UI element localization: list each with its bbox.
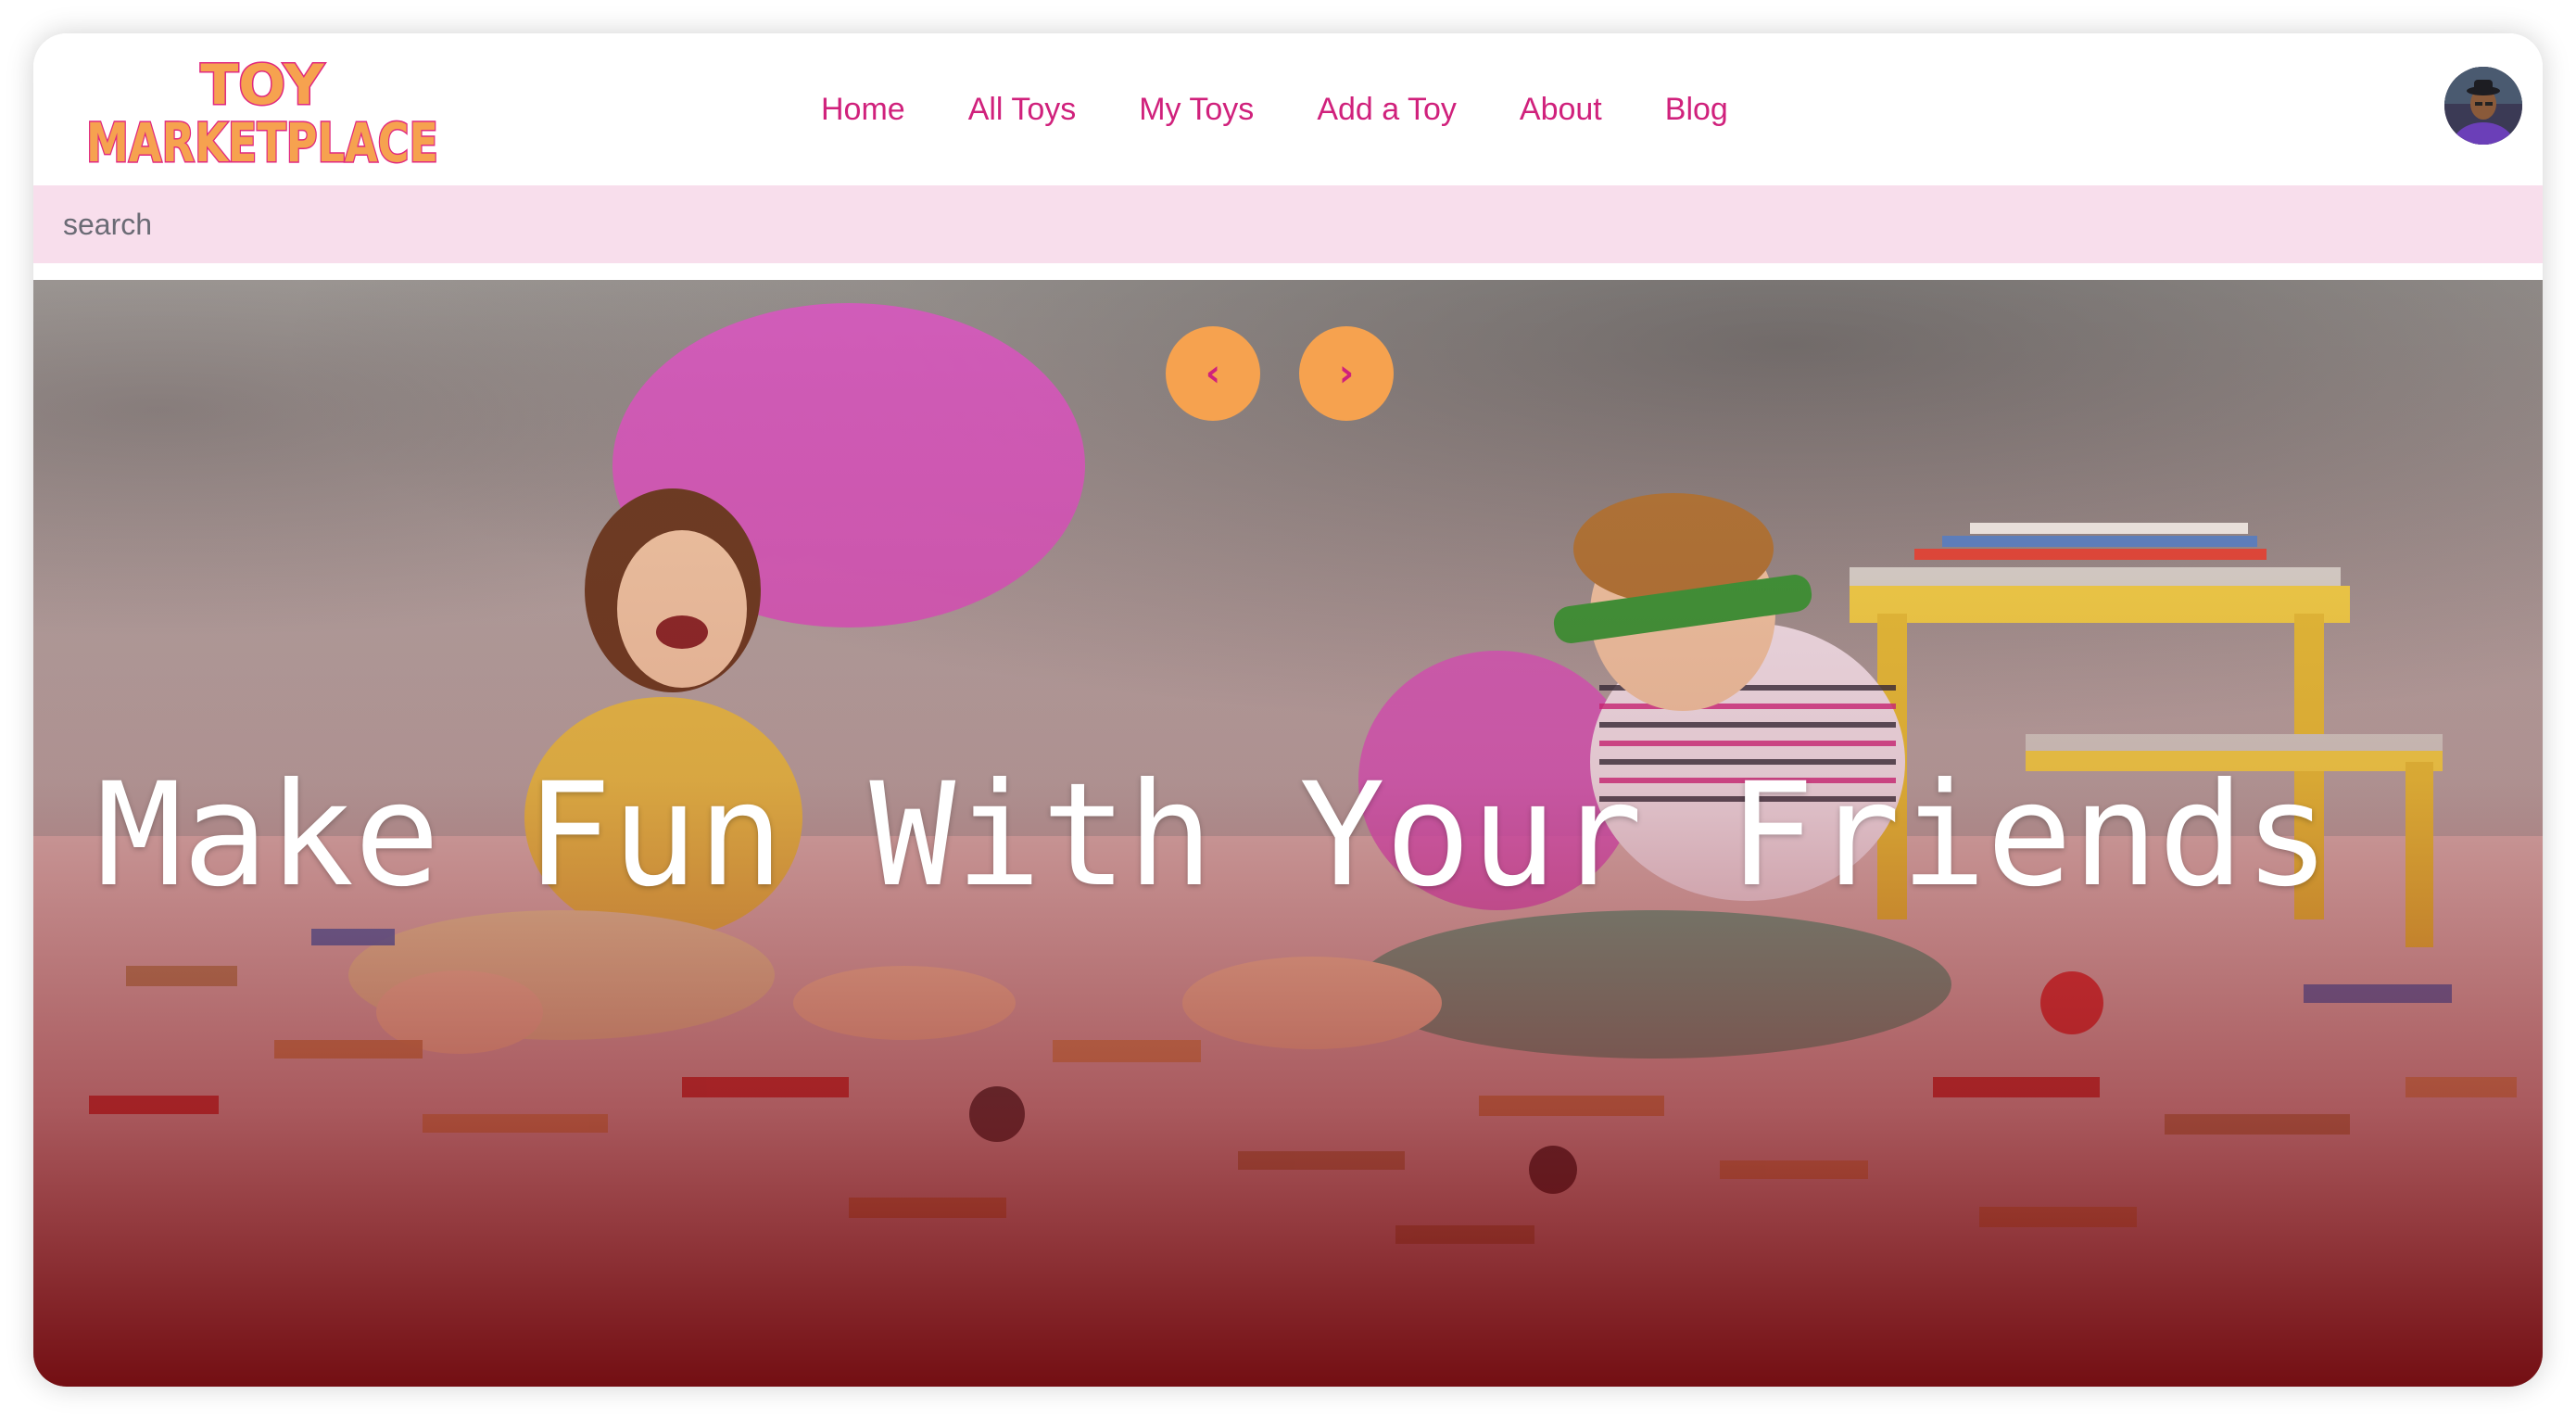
svg-text:TOY: TOY (200, 53, 325, 118)
main-nav: Home All Toys My Toys Add a Toy About Bl… (821, 33, 1791, 185)
page: TOY MARKETPLACE Home All Toys My Toys Ad… (33, 33, 2543, 1387)
hero-carousel: ‹ › Make Fun With Your Friends (33, 280, 2543, 1387)
user-avatar-icon (2444, 67, 2522, 145)
search-input[interactable] (33, 185, 2543, 263)
search-bar (33, 185, 2543, 263)
logo-icon: TOY MARKETPLACE (85, 52, 440, 172)
nav-my-toys[interactable]: My Toys (1139, 92, 1254, 128)
hero-heading: Make Fun With Your Friends (96, 753, 2330, 919)
carousel-prev-button[interactable]: ‹ (1166, 326, 1260, 421)
svg-text:MARKETPLACE: MARKETPLACE (86, 111, 438, 172)
nav-about[interactable]: About (1520, 92, 1602, 128)
nav-all-toys[interactable]: All Toys (968, 92, 1077, 128)
user-avatar[interactable] (2444, 67, 2522, 145)
nav-blog[interactable]: Blog (1665, 92, 1728, 128)
chevron-left-icon: ‹ (1205, 352, 1221, 395)
navbar: TOY MARKETPLACE Home All Toys My Toys Ad… (33, 33, 2543, 185)
nav-home[interactable]: Home (821, 92, 905, 128)
carousel-next-button[interactable]: › (1299, 326, 1394, 421)
chevron-right-icon: › (1338, 352, 1355, 395)
nav-add-a-toy[interactable]: Add a Toy (1317, 92, 1457, 128)
site-logo[interactable]: TOY MARKETPLACE (82, 52, 443, 172)
